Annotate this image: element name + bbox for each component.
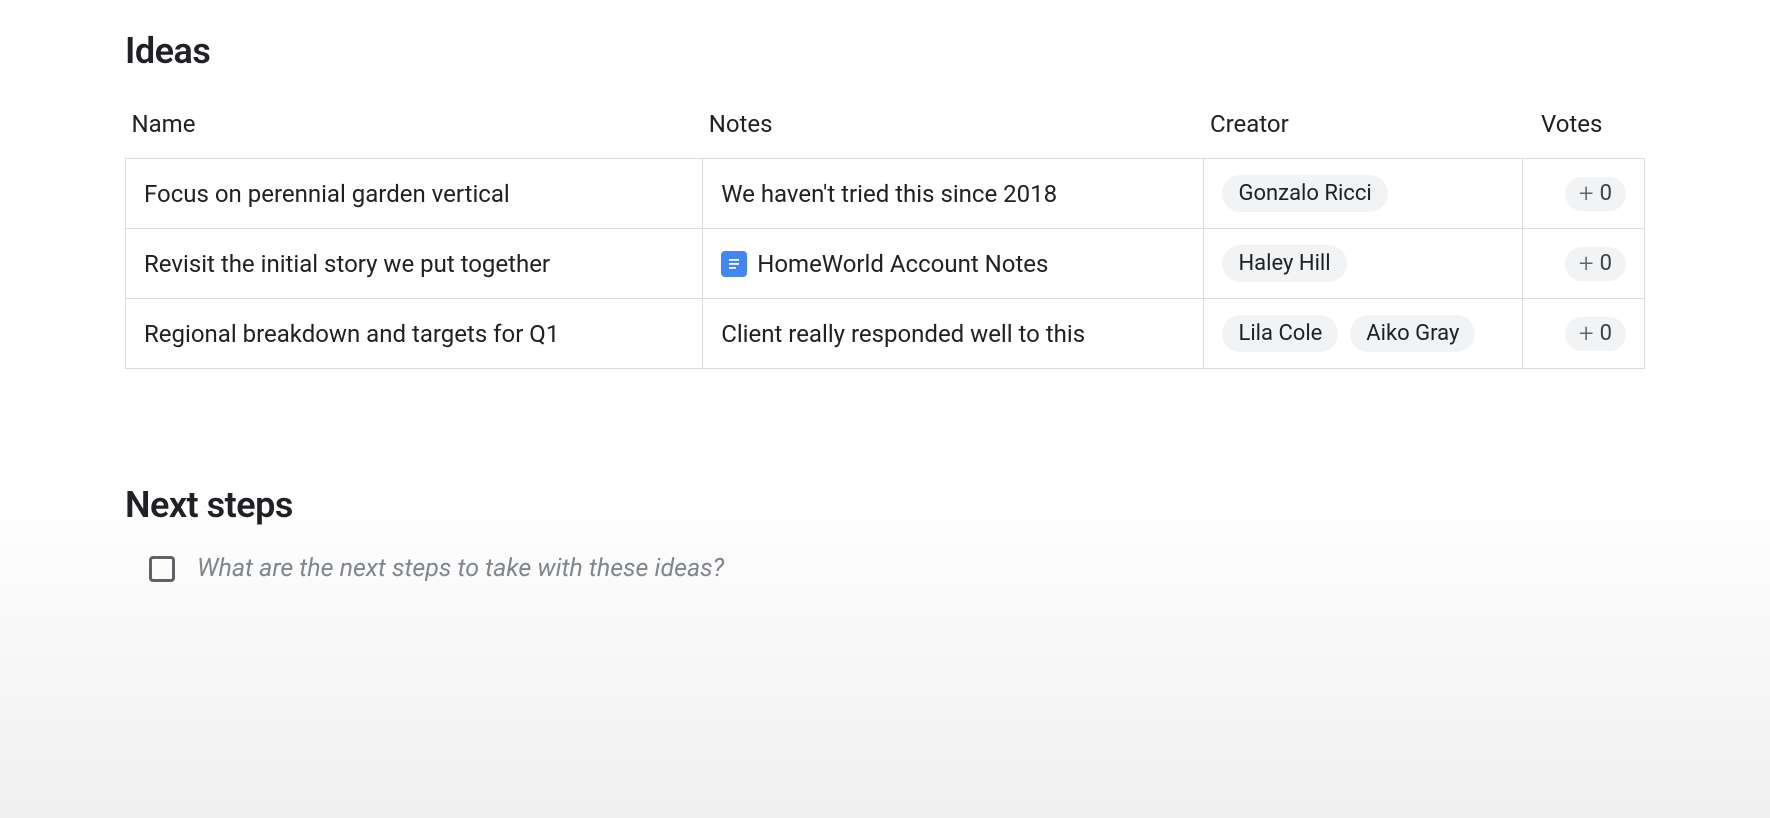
- plus-icon: +: [1579, 251, 1594, 277]
- cell-name[interactable]: Focus on perennial garden vertical: [126, 159, 703, 229]
- vote-button[interactable]: + 0: [1565, 317, 1626, 351]
- ideas-section: Ideas Name Notes Creator Votes Focus on …: [125, 30, 1645, 369]
- cell-notes[interactable]: We haven't tried this since 2018: [703, 159, 1204, 229]
- notes-text: We haven't tried this since 2018: [721, 180, 1057, 208]
- cell-votes[interactable]: + 0: [1523, 159, 1645, 229]
- cell-creator[interactable]: Lila Cole Aiko Gray: [1204, 299, 1523, 369]
- creator-chip[interactable]: Aiko Gray: [1350, 315, 1475, 352]
- doc-icon: [721, 251, 747, 277]
- doc-link-label: HomeWorld Account Notes: [757, 250, 1048, 278]
- cell-notes[interactable]: Client really responded well to this: [703, 299, 1204, 369]
- checkbox-icon[interactable]: [149, 556, 175, 582]
- document-content: Ideas Name Notes Creator Votes Focus on …: [0, 0, 1770, 583]
- ideas-table: Name Notes Creator Votes Focus on perenn…: [125, 100, 1645, 369]
- cell-notes[interactable]: HomeWorld Account Notes: [703, 229, 1204, 299]
- cell-votes[interactable]: + 0: [1523, 299, 1645, 369]
- checklist-item[interactable]: What are the next steps to take with the…: [125, 554, 1645, 583]
- next-steps-section: Next steps What are the next steps to ta…: [125, 484, 1645, 583]
- column-header-notes: Notes: [703, 100, 1204, 159]
- cell-creator[interactable]: Haley Hill: [1204, 229, 1523, 299]
- cell-name[interactable]: Regional breakdown and targets for Q1: [126, 299, 703, 369]
- notes-text: Client really responded well to this: [721, 320, 1085, 348]
- next-steps-heading: Next steps: [125, 484, 1645, 526]
- vote-button[interactable]: + 0: [1565, 247, 1626, 281]
- vote-count: 0: [1600, 181, 1612, 206]
- checklist-placeholder[interactable]: What are the next steps to take with the…: [197, 554, 724, 583]
- table-row[interactable]: Revisit the initial story we put togethe…: [126, 229, 1645, 299]
- cell-votes[interactable]: + 0: [1523, 229, 1645, 299]
- creator-chip[interactable]: Lila Cole: [1222, 315, 1338, 352]
- column-header-votes: Votes: [1523, 100, 1645, 159]
- plus-icon: +: [1579, 181, 1594, 207]
- vote-count: 0: [1600, 251, 1612, 276]
- cell-creator[interactable]: Gonzalo Ricci: [1204, 159, 1523, 229]
- column-header-name: Name: [126, 100, 703, 159]
- creator-chip[interactable]: Gonzalo Ricci: [1222, 175, 1387, 212]
- doc-link-chip[interactable]: HomeWorld Account Notes: [721, 250, 1048, 278]
- plus-icon: +: [1579, 321, 1594, 347]
- table-header-row: Name Notes Creator Votes: [126, 100, 1645, 159]
- table-row[interactable]: Regional breakdown and targets for Q1 Cl…: [126, 299, 1645, 369]
- cell-name[interactable]: Revisit the initial story we put togethe…: [126, 229, 703, 299]
- table-row[interactable]: Focus on perennial garden vertical We ha…: [126, 159, 1645, 229]
- ideas-heading: Ideas: [125, 30, 1645, 72]
- vote-button[interactable]: + 0: [1565, 177, 1626, 211]
- creator-chip[interactable]: Haley Hill: [1222, 245, 1346, 282]
- column-header-creator: Creator: [1204, 100, 1523, 159]
- vote-count: 0: [1600, 321, 1612, 346]
